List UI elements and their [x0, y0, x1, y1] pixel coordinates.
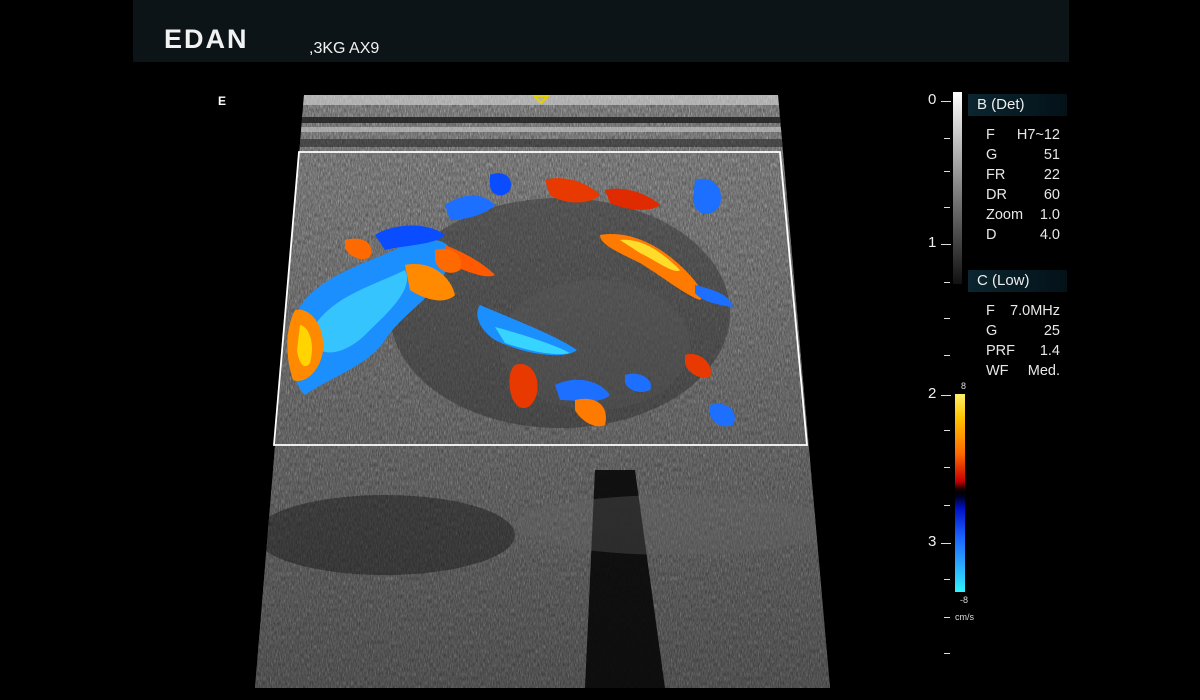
- depth-tick: [944, 579, 950, 580]
- depth-label-3: 3: [928, 533, 937, 550]
- depth-tick: [944, 355, 950, 356]
- depth-tick: [944, 171, 950, 172]
- param-key: F: [986, 303, 995, 319]
- param-key: F: [986, 127, 995, 143]
- color-velocity-bar: [955, 394, 965, 592]
- color-mode-title: C (Low): [968, 270, 1067, 292]
- param-value: 4.0: [1039, 227, 1060, 243]
- param-key: G: [986, 147, 998, 163]
- depth-label-0: 0: [928, 91, 937, 108]
- param-value: Med.: [1027, 363, 1060, 379]
- param-key: D: [986, 227, 997, 243]
- param-key: PRF: [986, 343, 1015, 359]
- probe-preset-label: ,3KG AX9: [309, 40, 380, 57]
- depth-tick: [944, 138, 950, 139]
- depth-tick: [944, 617, 950, 618]
- ultrasound-image: [255, 95, 830, 688]
- param-key: Zoom: [986, 207, 1024, 223]
- depth-tick: [941, 543, 951, 544]
- depth-tick: [944, 207, 950, 208]
- color-scale-min: -8: [960, 595, 969, 605]
- param-value: 1.0: [1039, 207, 1060, 223]
- depth-tick: [944, 653, 950, 654]
- depth-label-1: 1: [928, 234, 937, 251]
- orientation-marker: E: [218, 94, 227, 108]
- param-value: 22: [1043, 167, 1060, 183]
- brand-logo: EDAN: [164, 24, 249, 54]
- b-mode-title: B (Det): [968, 94, 1067, 116]
- depth-tick: [944, 282, 950, 283]
- param-value: 60: [1043, 187, 1060, 203]
- param-value: 7.0MHz: [1010, 303, 1060, 319]
- param-value: 25: [1043, 323, 1060, 339]
- color-scale-max: 8: [961, 381, 967, 391]
- depth-label-2: 2: [928, 385, 937, 402]
- grayscale-bar: [953, 92, 962, 284]
- depth-tick: [941, 244, 951, 245]
- param-key: FR: [986, 167, 1006, 183]
- depth-tick: [944, 430, 950, 431]
- param-value: 51: [1043, 147, 1060, 163]
- param-key: G: [986, 323, 998, 339]
- param-key: WF: [986, 363, 1009, 379]
- color-scale-unit: cm/s: [955, 612, 974, 622]
- depth-tick: [944, 467, 950, 468]
- header-bar: EDAN ,3KG AX9: [133, 0, 1069, 62]
- param-value: H7~12: [1016, 127, 1060, 143]
- depth-tick: [941, 101, 951, 102]
- param-key: DR: [986, 187, 1007, 203]
- depth-tick: [944, 505, 950, 506]
- depth-tick: [944, 318, 950, 319]
- param-value: 1.4: [1039, 343, 1060, 359]
- depth-tick: [941, 395, 951, 396]
